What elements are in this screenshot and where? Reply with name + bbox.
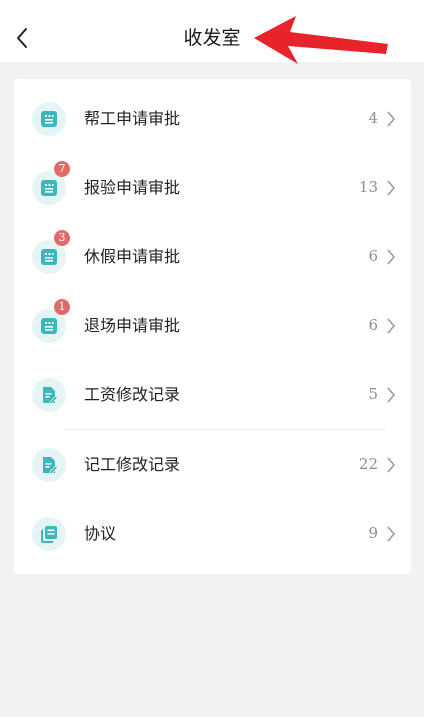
- list-item[interactable]: 3 休假申请审批 6: [14, 222, 411, 291]
- item-label: 报验申请审批: [84, 178, 181, 197]
- list-item[interactable]: 1 退场申请审批 6: [14, 291, 411, 360]
- item-count: 5: [368, 385, 378, 403]
- chevron-right-icon: [387, 180, 395, 196]
- list-item[interactable]: 7 报验申请审批 13: [14, 153, 411, 222]
- doc-edit-icon: [32, 448, 66, 482]
- item-label: 帮工申请审批: [84, 109, 181, 128]
- item-count: 13: [358, 178, 378, 196]
- chevron-right-icon: [387, 318, 395, 334]
- list-item[interactable]: 帮工申请审批 4: [14, 84, 411, 153]
- chevron-right-icon: [387, 387, 395, 403]
- red-arrow-annotation: [254, 16, 388, 64]
- item-label: 协议: [84, 524, 117, 543]
- doc-edit-icon: [32, 378, 66, 412]
- item-count: 6: [368, 316, 378, 334]
- chevron-right-icon: [387, 249, 395, 265]
- doc-list-icon: [32, 102, 66, 136]
- item-label: 退场申请审批: [84, 316, 181, 335]
- unread-badge: 3: [54, 230, 70, 246]
- item-label: 工资修改记录: [84, 385, 181, 404]
- inbox-list-card: 帮工申请审批 4 7 报验申请审批 13 3 休假申请审批 6 1 退场申请审批…: [14, 79, 411, 574]
- list-item[interactable]: 协议 9: [14, 499, 411, 568]
- unread-badge: 7: [54, 161, 70, 177]
- item-count: 22: [358, 455, 378, 473]
- chevron-right-icon: [387, 457, 395, 473]
- stacked-docs-icon: [32, 517, 66, 551]
- chevron-right-icon: [387, 111, 395, 127]
- chevron-right-icon: [387, 526, 395, 542]
- item-label: 休假申请审批: [84, 247, 181, 266]
- list-item[interactable]: 工资修改记录 5: [14, 360, 411, 429]
- item-count: 9: [368, 524, 378, 542]
- item-count: 4: [368, 109, 378, 127]
- item-count: 6: [368, 247, 378, 265]
- list-item[interactable]: 记工修改记录 22: [14, 430, 411, 499]
- unread-badge: 1: [54, 299, 70, 315]
- item-label: 记工修改记录: [84, 455, 181, 474]
